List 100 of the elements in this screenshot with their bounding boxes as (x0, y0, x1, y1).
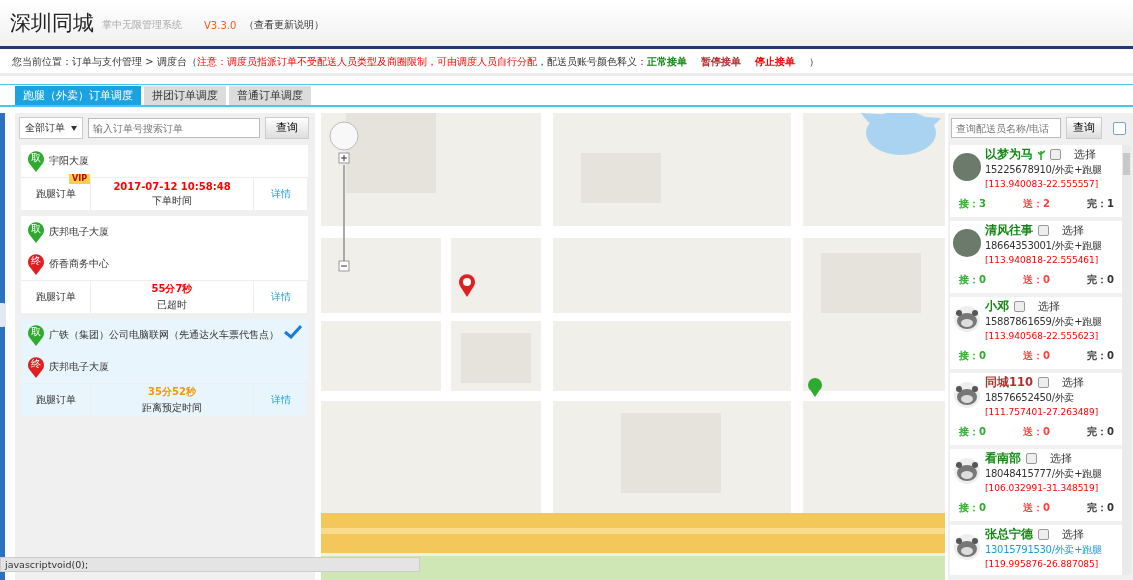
select-all-checkbox[interactable] (1113, 121, 1126, 135)
dispatch-notice: 注意：调度员指派订单不受配送人员类型及商圈限制，可由调度人员自行分配 (196, 55, 537, 69)
courier-coordinates: [113.940083-22.555557] (985, 179, 1100, 189)
courier-stat: 送：0 (1023, 349, 1050, 363)
courier-contact: 18664353001/外卖+跑腿 (985, 239, 1103, 253)
dropoff-pin-icon (27, 356, 45, 378)
dispatch-tab[interactable]: 拼团订单调度 (144, 86, 226, 105)
breadcrumb-close: ） (808, 55, 819, 69)
courier-coordinates: [113.940818-22.555461] (985, 255, 1100, 265)
courier-stat: 送：0 (1023, 425, 1050, 439)
pin-label: 取 (31, 326, 41, 337)
courier-contact: 15225678910/外卖+跑腿 (985, 163, 1103, 177)
select-label[interactable]: 选择 (1062, 375, 1084, 390)
courier-name: 同城110 (985, 375, 1033, 390)
breadcrumb: 您当前位置：订单与支付管理 > 调度台（ (12, 55, 197, 69)
checkmark-icon (284, 325, 302, 339)
legend-item: 正常接单 (646, 55, 687, 69)
courier-stat: 送：2 (1023, 197, 1050, 211)
time-caption: 下单时间 (152, 193, 192, 208)
order-card[interactable]: 取 广铁（集团）公司电脑联网（先通达火车票代售点） 终 庆邦电子大厦 跑腿订单 35分52秒 距离预定时间 详情 (21, 319, 308, 416)
courier-stat: 接：0 (959, 501, 986, 515)
order-type: 跑腿订单 (35, 187, 76, 201)
system-subtitle: 掌中无限管理系统 (102, 18, 182, 32)
stop-address: 庆邦电子大厦 (49, 360, 109, 374)
courier-stat: 送：0 (1023, 501, 1050, 515)
courier-name: 张总宁德 (985, 527, 1033, 542)
courier-coordinates: [111.757401-27.263489] (985, 407, 1100, 417)
order-search-button[interactable]: 查询 (265, 117, 309, 139)
pin-label: 取 (31, 223, 41, 234)
stop-address: 广铁（集团）公司电脑联网（先通达火车票代售点） (49, 328, 279, 342)
version-label: V3.3.0 (204, 19, 237, 31)
stop-address: 宇阳大厦 (49, 154, 89, 168)
select-label[interactable]: 选择 (1062, 223, 1084, 238)
courier-name: 看南部 (985, 451, 1021, 466)
map-pin-icon[interactable] (807, 377, 823, 397)
order-search-field[interactable]: 输入订单号搜索订单 (88, 118, 260, 138)
legend-item: 停止接单 (754, 55, 795, 69)
order-time: 35分52秒 (148, 385, 196, 399)
courier-stat: 送：0 (1023, 273, 1050, 287)
map-pin-icon[interactable] (458, 273, 476, 297)
courier-checkbox[interactable] (1038, 225, 1049, 236)
scrollbar[interactable] (1122, 145, 1131, 575)
courier-contact: 15887861659/外卖+跑腿 (985, 315, 1103, 329)
status-bar: javascriptvoid(0); (0, 557, 420, 572)
courier-checkbox[interactable] (1014, 301, 1025, 312)
pin-label: 终 (31, 255, 41, 266)
select-label[interactable]: 选择 (1050, 451, 1072, 466)
courier-stat: 完：0 (1087, 273, 1114, 287)
courier-coordinates: [113.940568-22.555623] (985, 331, 1100, 341)
legend-label: ，配送员账号颜色释义： (536, 55, 647, 69)
legend-item: 暂停接单 (700, 55, 741, 69)
courier-checkbox[interactable] (1026, 453, 1037, 464)
courier-stat: 完：0 (1087, 501, 1114, 515)
order-time: 55分7秒 (151, 282, 193, 296)
order-card[interactable]: 取 庆邦电子大厦 终 侨香商务中心 跑腿订单 55分7秒 已超时 详情 (21, 216, 308, 313)
courier-checkbox[interactable] (1038, 377, 1049, 388)
sidebar-toggle[interactable] (0, 303, 6, 327)
order-type: 跑腿订单 (35, 393, 76, 407)
courier-stat: 完：0 (1087, 349, 1114, 363)
courier-search-field[interactable]: 查询配送员名称/电话 (951, 118, 1061, 138)
app-logo: 深圳同城 (10, 10, 94, 37)
order-time: 2017-07-12 10:58:48 (113, 180, 231, 192)
pin-label: 取 (31, 152, 41, 163)
avatar-placeholder (953, 229, 981, 257)
stop-address: 庆邦电子大厦 (49, 225, 109, 239)
pin-label: 终 (31, 358, 41, 369)
courier-name: 小邓 (985, 299, 1009, 314)
courier-coordinates: [106.032991-31.348519] (985, 483, 1100, 493)
time-caption: 已超时 (157, 298, 187, 312)
courier-coordinates: [119.995876-26.887085] (985, 559, 1100, 569)
courier-contact: 18576652450/外卖 (985, 391, 1076, 405)
pickup-pin-icon (27, 324, 45, 346)
select-label[interactable]: 选择 (1074, 147, 1096, 162)
caret-icon (71, 125, 77, 131)
order-card[interactable]: 取 宇阳大厦 VIP 跑腿订单 2017-07-12 10:58:48 下单时间 详情 (21, 145, 308, 210)
vip-badge: VIP (68, 174, 90, 184)
order-type: 跑腿订单 (35, 290, 76, 304)
dispatch-tab[interactable]: 普通订单调度 (229, 86, 311, 105)
select-label[interactable]: 选择 (1062, 527, 1084, 542)
order-filter-select[interactable]: 全部订单 (19, 117, 83, 139)
courier-contact: 13015791530/外卖+跑腿 (985, 543, 1103, 557)
courier-stat: 接：0 (959, 425, 986, 439)
dropoff-pin-icon (27, 253, 45, 275)
courier-name: 以梦为马 (985, 147, 1033, 162)
courier-stat: 接：0 (959, 349, 986, 363)
courier-checkbox[interactable] (1050, 149, 1061, 160)
changelog-link[interactable]: （查看更新说明） (244, 18, 325, 32)
courier-contact: 18048415777/外卖+跑腿 (985, 467, 1103, 481)
pickup-pin-icon (27, 221, 45, 243)
courier-stat: 接：0 (959, 273, 986, 287)
courier-stat: 完：0 (1087, 425, 1114, 439)
select-label[interactable]: 选择 (1038, 299, 1060, 314)
courier-stat: 完：1 (1087, 197, 1114, 211)
avatar-placeholder (953, 153, 981, 181)
pickup-pin-icon (27, 150, 45, 172)
courier-search-button[interactable]: 查询 (1066, 117, 1102, 139)
courier-checkbox[interactable] (1038, 529, 1049, 540)
time-caption: 距离预定时间 (142, 401, 202, 415)
courier-name: 清风往事 (985, 223, 1033, 238)
courier-stat: 接：3 (959, 197, 986, 211)
